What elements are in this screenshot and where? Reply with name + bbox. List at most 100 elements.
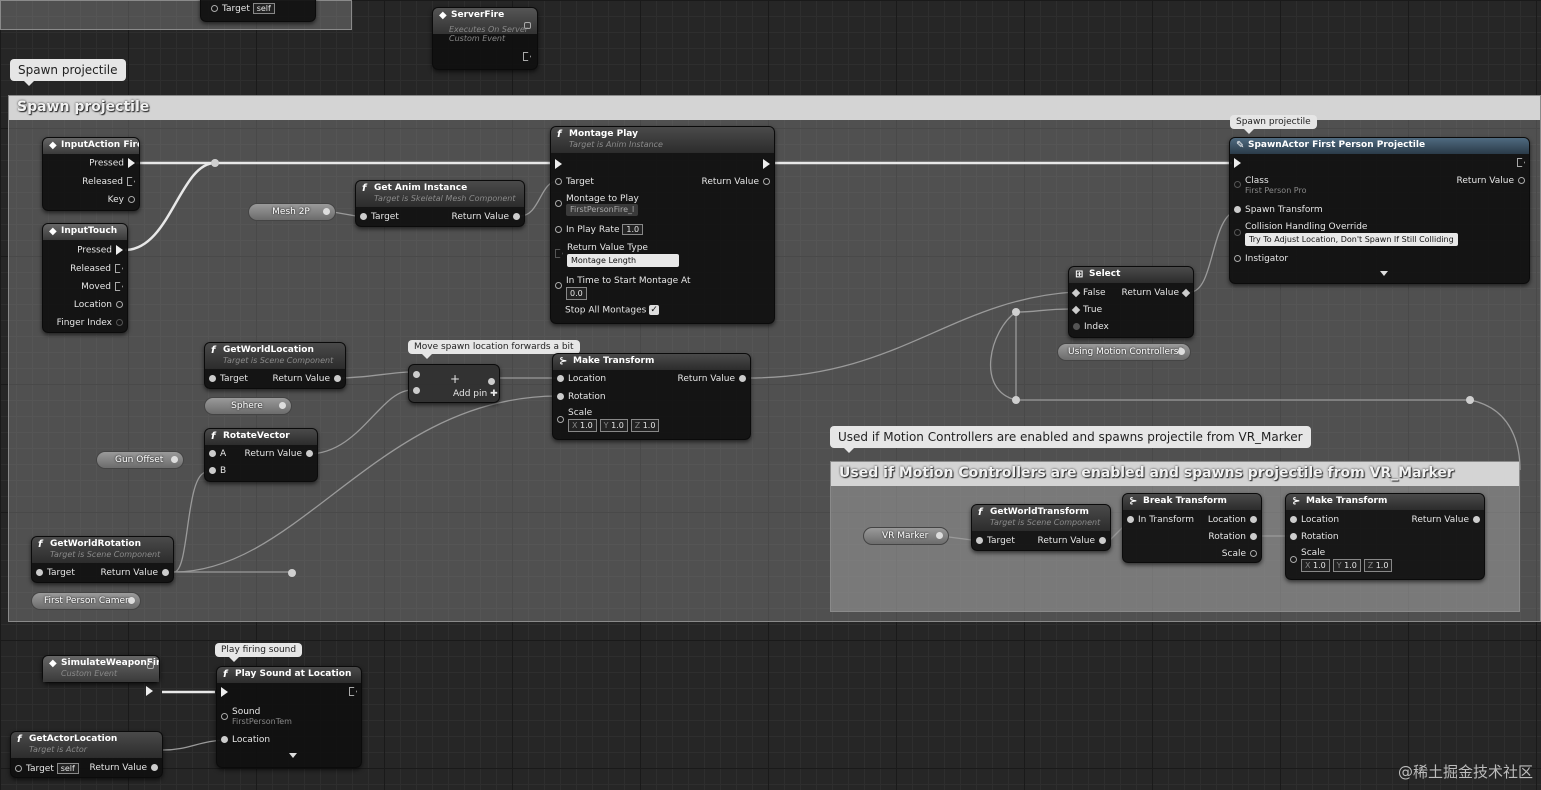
- make-transform-node[interactable]: ⊱ Make Transform Location Return Value Ro…: [552, 353, 751, 440]
- exec-in-pin: [555, 159, 562, 169]
- scale-z-input[interactable]: Z 1.0: [630, 419, 660, 432]
- mesh-2p-variable[interactable]: Mesh 2P: [248, 203, 336, 221]
- top-partial-node[interactable]: Target self: [200, 0, 316, 22]
- instigator-pin: [1234, 255, 1241, 262]
- key-pin: [128, 196, 135, 203]
- montage-pin: [555, 200, 562, 207]
- vr-marker-variable[interactable]: VR Marker: [863, 527, 949, 545]
- return-pin: [162, 569, 169, 576]
- spawn-transform-pin: [1234, 206, 1241, 213]
- function-icon: f: [362, 183, 367, 194]
- finger-index-pin: [116, 319, 123, 326]
- scale-y-input[interactable]: Y 1.0: [1332, 559, 1361, 572]
- scale-x-input[interactable]: X 1.0: [568, 419, 597, 432]
- location-pin: [557, 375, 564, 382]
- simulate-weapon-fire-node[interactable]: ◆ SimulateWeaponFire Custom Event: [42, 655, 160, 683]
- exec-out-pin: [1517, 158, 1525, 167]
- return-pin: [1181, 288, 1191, 297]
- sound-dropdown[interactable]: FirstPersonTem: [232, 717, 292, 726]
- expand-arrow-icon[interactable]: [1379, 271, 1388, 276]
- time-input[interactable]: 0.0: [566, 287, 587, 300]
- exec-pin-pressed: [128, 158, 135, 168]
- get-world-rotation-node[interactable]: f GetWorldRotation Target is Scene Compone…: [31, 536, 174, 583]
- first-person-camera-variable[interactable]: First Person Camera: [31, 592, 141, 610]
- return-pin: [739, 375, 746, 382]
- play-rate-pin: [555, 226, 562, 233]
- return-pin: [1099, 537, 1106, 544]
- target-pin: [555, 178, 562, 185]
- scale-pin: [557, 416, 564, 423]
- return-pin: [306, 450, 313, 457]
- play-sound-node[interactable]: f Play Sound at Location Sound FirstPerson…: [216, 666, 362, 768]
- montage-play-node[interactable]: f Montage Play Target is Anim Instance Tar…: [550, 126, 775, 324]
- struct-icon: ⊱: [1292, 496, 1301, 507]
- montage-dropdown[interactable]: FirstPersonFire_l: [566, 204, 639, 216]
- delegate-pin: [147, 662, 154, 669]
- sphere-variable[interactable]: Sphere: [204, 397, 292, 415]
- rotate-vector-node[interactable]: f RotateVector A Return Value B: [204, 428, 318, 482]
- comment-bubble-spawn[interactable]: Spawn projectile: [1230, 115, 1317, 134]
- exec-out-pin: [763, 159, 770, 169]
- return-value-type-dropdown[interactable]: Montage Length: [567, 254, 679, 267]
- stop-all-montages-checkbox[interactable]: ✓: [649, 305, 660, 315]
- b-pin: [209, 467, 216, 474]
- spawn-icon: ✎: [1236, 140, 1245, 151]
- get-world-location-node[interactable]: f GetWorldLocation Target is Scene Compone…: [204, 342, 346, 389]
- server-fire-node[interactable]: ◆ ServerFire Executes On Server Custom Eve…: [432, 7, 538, 70]
- gun-offset-variable[interactable]: Gun Offset: [96, 451, 184, 469]
- pin-target: Target: [222, 4, 250, 14]
- spawn-actor-node[interactable]: ✎ SpawnActor First Person Projectile Clas…: [1229, 137, 1530, 284]
- exec-pin-released: [115, 264, 123, 273]
- add-input-a-pin: [413, 371, 420, 378]
- comment-bubble-move-spawn[interactable]: Move spawn location forwards a bit: [408, 340, 580, 359]
- function-icon: f: [38, 539, 43, 550]
- target-pin: [209, 375, 216, 382]
- return-pin: [1518, 177, 1525, 184]
- break-transform-node[interactable]: ⊱ Break Transform In Transform Location R…: [1122, 493, 1262, 563]
- input-touch-node[interactable]: ◆ InputTouch Pressed Released Moved Locat…: [42, 223, 128, 333]
- self-box[interactable]: self: [56, 763, 79, 774]
- function-icon: f: [978, 507, 983, 518]
- target-pin: [36, 569, 43, 576]
- add-node[interactable]: + Add pin ✚: [408, 364, 500, 403]
- return-pin: [763, 178, 770, 185]
- get-anim-instance-node[interactable]: f Get Anim Instance Target is Skeletal Mes…: [355, 180, 525, 227]
- add-pin-button: Add pin: [453, 389, 488, 399]
- scale-z-input[interactable]: Z 1.0: [1363, 559, 1393, 572]
- in-transform-pin: [1127, 516, 1134, 523]
- class-dropdown[interactable]: First Person Pro: [1245, 186, 1307, 195]
- collision-dropdown[interactable]: Try To Adjust Location, Don't Spawn If S…: [1245, 233, 1458, 246]
- using-motion-controllers-variable[interactable]: Using Motion Controllers?: [1057, 343, 1191, 361]
- a-pin: [209, 450, 216, 457]
- scale-x-input[interactable]: X 1.0: [1301, 559, 1330, 572]
- delegate-pin: [524, 22, 531, 29]
- location-pin: [116, 301, 123, 308]
- expand-arrow-icon[interactable]: [289, 753, 297, 758]
- select-icon: ⊞: [1075, 269, 1084, 280]
- scale-out-pin: [1250, 550, 1257, 557]
- location-pin: [221, 736, 228, 743]
- rotation-pin: [1290, 533, 1297, 540]
- sound-pin: [221, 713, 228, 720]
- struct-icon: ⊱: [559, 356, 568, 367]
- return-pin: [151, 764, 158, 771]
- scale-y-input[interactable]: Y 1.0: [599, 419, 628, 432]
- exec-in-pin: [221, 687, 228, 697]
- event-icon: ◆: [49, 140, 57, 151]
- get-actor-location-node[interactable]: f GetActorLocation Target is Actor Target …: [10, 731, 163, 778]
- get-world-transform-node[interactable]: f GetWorldTransform Target is Scene Compon…: [971, 504, 1111, 551]
- select-node[interactable]: ⊞ Select False Return Value True Index: [1068, 266, 1194, 338]
- location-out-pin: [1250, 516, 1257, 523]
- play-rate-input[interactable]: 1.0: [622, 224, 644, 235]
- event-icon: ◆: [49, 226, 57, 237]
- input-action-fire-node[interactable]: ◆ InputAction Fire Pressed Released Key: [42, 137, 140, 211]
- exec-out-pin: [349, 687, 357, 696]
- self-box[interactable]: self: [252, 3, 275, 14]
- target-pin: [360, 213, 367, 220]
- exec-out-pin: [523, 52, 531, 61]
- comment-bubble-play-sound[interactable]: Play firing sound: [215, 643, 303, 662]
- add-output-pin: [488, 378, 495, 385]
- make-transform-vr-node[interactable]: ⊱ Make Transform Location Return Value Ro…: [1285, 493, 1485, 580]
- watermark: @稀土掘金技术社区: [1397, 763, 1533, 781]
- true-pin: [1071, 305, 1081, 314]
